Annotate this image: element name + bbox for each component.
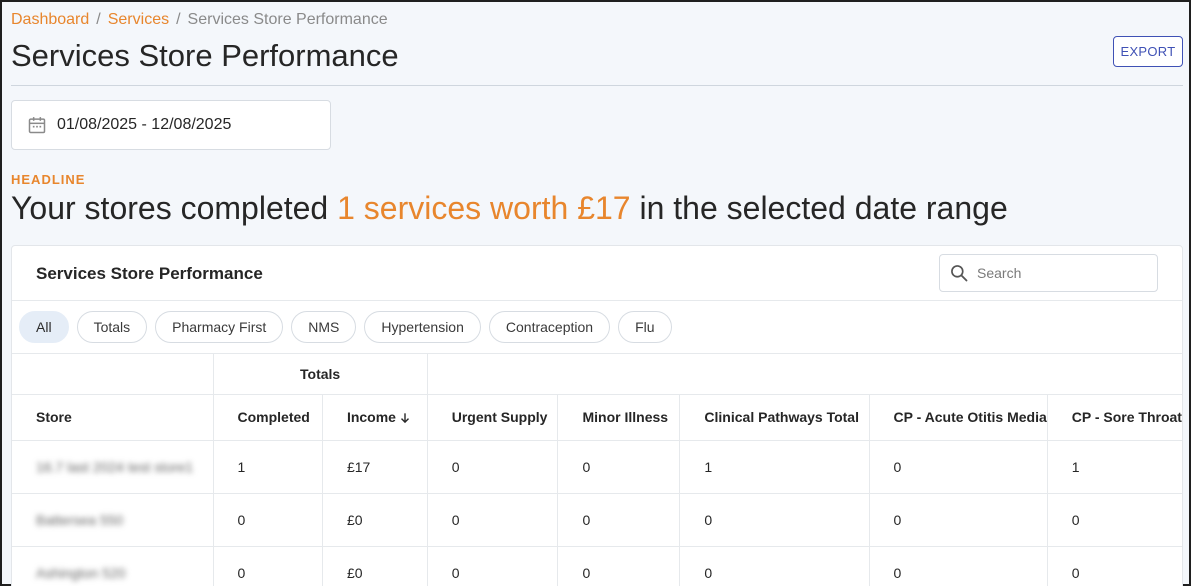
table-cell: 0 [213,493,323,547]
store-name-cell: 16.7 last 2024 test store1 [12,440,214,494]
col-header-minor-illness[interactable]: Minor Illness [557,394,681,441]
col-header-completed[interactable]: Completed [213,394,323,441]
table-cell: 0 [869,546,1048,586]
table-row: 16.7 last 2024 test store1 1 £17 0 0 1 0… [12,440,1182,494]
table-cell: 0 [869,493,1048,547]
breadcrumb-dashboard-link[interactable]: Dashboard [11,11,89,29]
chip-nms[interactable]: NMS [291,311,357,343]
chip-flu[interactable]: Flu [618,311,672,343]
breadcrumb: Dashboard / Services / Services Store Pe… [11,11,388,29]
table-cell: 0 [427,493,559,547]
table-cell: £0 [322,493,428,547]
col-header-income[interactable]: Income [322,394,428,441]
table-cell: 0 [679,546,870,586]
table-cell: 0 [679,493,870,547]
performance-table: Totals Store Completed Income Urgent Sup… [12,354,1182,586]
headline-prefix: Your stores completed [11,190,338,226]
group-header-totals: Totals [213,354,428,395]
search-icon [951,265,968,282]
breadcrumb-services-link[interactable]: Services [108,11,169,29]
col-header-income-label: Income [346,408,396,425]
page-title: Services Store Performance [11,38,399,73]
header-divider [11,85,1183,86]
col-header-cp-sore-throat[interactable]: CP - Sore Throat [1047,394,1182,441]
group-header-empty [12,354,214,395]
group-header-row: Totals [12,354,1182,395]
group-header-empty [427,354,1182,395]
table-cell: £17 [322,440,428,494]
breadcrumb-separator: / [96,11,101,28]
col-header-store[interactable]: Store [12,394,214,441]
table-cell: 0 [1047,493,1182,547]
performance-card: Services Store Performance All Totals Ph… [11,245,1183,586]
column-header-row: Store Completed Income Urgent Supply Min… [12,394,1182,441]
table-cell: 1 [1047,440,1182,494]
search-box[interactable] [939,254,1158,292]
breadcrumb-separator: / [176,11,181,28]
chip-pharmacy-first[interactable]: Pharmacy First [155,311,284,343]
table-cell: 0 [557,493,681,547]
col-header-urgent-supply[interactable]: Urgent Supply [427,394,559,441]
table-cell: 0 [557,546,681,586]
table-cell: 1 [213,440,323,494]
breadcrumb-current: Services Store Performance [187,11,388,28]
table-cell: 0 [427,440,559,494]
search-input[interactable] [977,265,1147,281]
table-cell: £0 [322,546,428,586]
store-name-cell: Battersea 550 [12,493,214,547]
calendar-icon [28,117,46,134]
table-cell: 0 [213,546,323,586]
table-cell: 1 [679,440,870,494]
headline-highlight: 1 services worth £17 [337,190,631,226]
col-header-cp-acute-otitis-media[interactable]: CP - Acute Otitis Media [869,394,1048,441]
date-range-value: 01/08/2025 - 12/08/2025 [57,116,232,133]
card-title: Services Store Performance [36,264,263,283]
table-row: Battersea 550 0 £0 0 0 0 0 0 [12,493,1182,547]
arrow-down-icon [400,413,409,424]
filter-chips: All Totals Pharmacy First NMS Hypertensi… [12,301,1182,354]
export-button[interactable]: EXPORT [1113,36,1183,67]
headline-suffix: in the selected date range [630,190,1008,226]
chip-all[interactable]: All [19,311,69,343]
chip-contraception[interactable]: Contraception [488,311,611,343]
headline-text: Your stores completed 1 services worth £… [11,190,1008,227]
table-cell: 0 [427,546,559,586]
table-row: Ashington 520 0 £0 0 0 0 0 0 [12,546,1182,586]
table-cell: 0 [557,440,681,494]
store-name-cell: Ashington 520 [12,546,214,586]
date-range-picker[interactable]: 01/08/2025 - 12/08/2025 [11,100,331,150]
chip-hypertension[interactable]: Hypertension [364,311,481,343]
table-cell: 0 [869,440,1048,494]
headline-label: HEADLINE [11,172,86,187]
chip-totals[interactable]: Totals [76,311,148,343]
card-header: Services Store Performance [12,246,1182,301]
col-header-clinical-pathways-total[interactable]: Clinical Pathways Total [679,394,870,441]
table-cell: 0 [1047,546,1182,586]
